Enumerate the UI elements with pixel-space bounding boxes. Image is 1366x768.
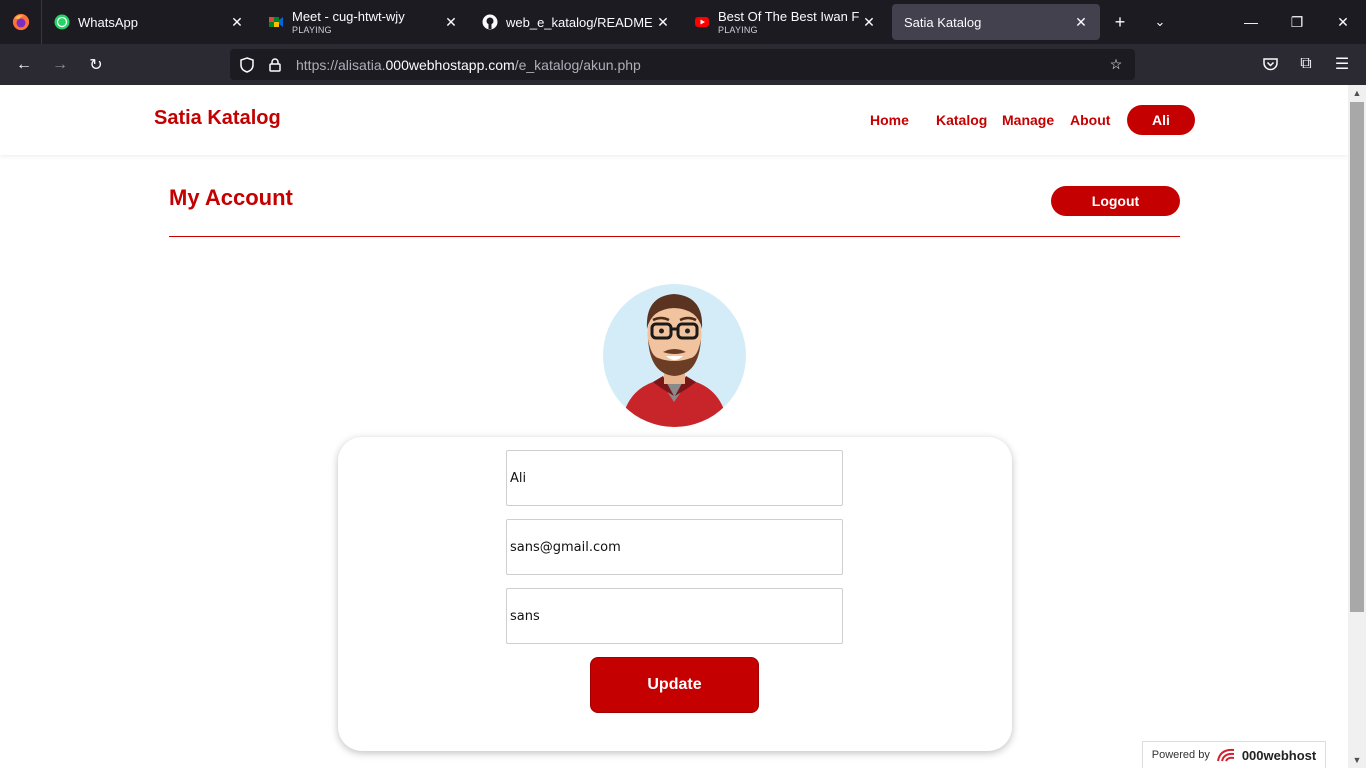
scroll-up-icon[interactable]: ▲: [1348, 85, 1366, 101]
tab-title: Meet - cug-htwt-wjy: [292, 9, 405, 24]
list-tabs-icon[interactable]: ⌄: [1140, 0, 1180, 44]
bookmark-star-icon[interactable]: ☆: [1105, 54, 1127, 76]
tab-playing-label: PLAYING: [718, 25, 758, 35]
reload-icon[interactable]: ↻: [78, 49, 114, 81]
avatar: [603, 284, 746, 427]
browser-nav-bar: ← → ↻ https://alisatia.000webhostapp.com…: [0, 44, 1366, 85]
new-tab-icon[interactable]: +: [1100, 0, 1140, 44]
password-field[interactable]: sans: [506, 588, 843, 644]
whatsapp-icon: [54, 14, 70, 30]
email-field[interactable]: sans@gmail.com: [506, 519, 843, 575]
forward-icon[interactable]: →: [42, 49, 78, 81]
site-header: Satia Katalog Home Katalog Manage About …: [0, 85, 1348, 155]
browser-tab-bar: WhatsApp ✕ Meet - cug-htwt-wjy PLAYING ✕ …: [0, 0, 1366, 44]
update-button[interactable]: Update: [590, 657, 759, 713]
webhost-logo-icon: [1216, 748, 1234, 762]
logout-button[interactable]: Logout: [1051, 186, 1180, 216]
youtube-icon: [694, 14, 710, 30]
page-scrollbar[interactable]: ▲ ▼: [1348, 85, 1366, 768]
back-icon[interactable]: ←: [6, 49, 42, 81]
account-form-card: Ali sans@gmail.com sans Update: [338, 437, 1012, 751]
tab-github[interactable]: web_e_katalog/README.md ✕: [470, 0, 682, 44]
powered-by-label: Powered by: [1151, 749, 1210, 761]
lock-icon[interactable]: [264, 54, 286, 76]
nav-link-about[interactable]: About: [1070, 112, 1110, 128]
shield-icon[interactable]: [236, 54, 258, 76]
close-tab-icon[interactable]: ✕: [1072, 13, 1090, 31]
github-icon: [482, 14, 498, 30]
close-tab-icon[interactable]: ✕: [228, 13, 246, 31]
close-tab-icon[interactable]: ✕: [442, 13, 460, 31]
name-field[interactable]: Ali: [506, 450, 843, 506]
url-text: https://alisatia.000webhostapp.com/e_kat…: [296, 56, 641, 73]
tab-title: Satia Katalog: [904, 14, 982, 30]
close-window-icon[interactable]: ✕: [1320, 0, 1366, 44]
nav-link-manage[interactable]: Manage: [1002, 112, 1054, 128]
nav-link-katalog[interactable]: Katalog: [936, 112, 987, 128]
minimize-icon[interactable]: —: [1228, 0, 1274, 44]
tab-whatsapp[interactable]: WhatsApp ✕: [42, 0, 256, 44]
extensions-icon[interactable]: ⧉: [1288, 48, 1324, 80]
tab-title: WhatsApp: [78, 14, 138, 30]
scroll-down-icon[interactable]: ▼: [1348, 752, 1366, 768]
scrollbar-thumb[interactable]: [1350, 102, 1364, 612]
page-title: My Account: [169, 185, 293, 210]
nav-link-home[interactable]: Home: [870, 112, 909, 128]
divider: [169, 236, 1180, 237]
menu-icon[interactable]: ☰: [1324, 48, 1360, 80]
tab-meet[interactable]: Meet - cug-htwt-wjy PLAYING ✕: [256, 0, 470, 44]
powered-by-badge[interactable]: Powered by 000webhost: [1142, 741, 1326, 768]
tab-youtube[interactable]: Best Of The Best Iwan Fals ~ KPLAYING ✕: [682, 0, 888, 44]
pocket-icon[interactable]: [1252, 48, 1288, 80]
firefox-icon[interactable]: [0, 0, 42, 44]
close-tab-icon[interactable]: ✕: [860, 13, 878, 31]
address-bar[interactable]: https://alisatia.000webhostapp.com/e_kat…: [230, 49, 1135, 80]
restore-icon[interactable]: ❐: [1274, 0, 1320, 44]
tab-playing-label: PLAYING: [292, 25, 332, 35]
close-tab-icon[interactable]: ✕: [654, 13, 672, 31]
tab-title: web_e_katalog/README.md: [506, 14, 654, 30]
tab-title: Best Of The Best Iwan Fals ~ K: [718, 9, 860, 24]
meet-icon: [268, 14, 284, 30]
webhost-brand: 000webhost: [1241, 747, 1317, 763]
site-brand[interactable]: Satia Katalog: [154, 107, 281, 130]
user-account-button[interactable]: Ali: [1127, 105, 1195, 135]
page-viewport: Satia Katalog Home Katalog Manage About …: [0, 85, 1348, 768]
tab-satia-katalog[interactable]: Satia Katalog ✕: [892, 4, 1100, 40]
